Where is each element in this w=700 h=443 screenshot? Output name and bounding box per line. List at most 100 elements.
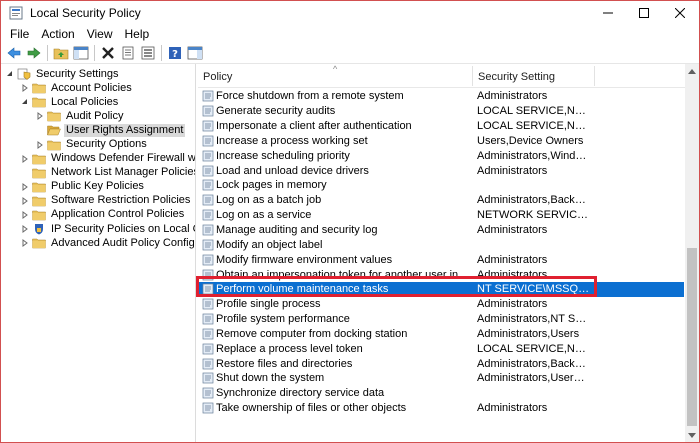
security-setting-value: Administrators (477, 224, 548, 237)
tree-item[interactable]: Security Settings (1, 67, 195, 81)
tree-item[interactable]: Windows Defender Firewall with Adva (1, 152, 195, 166)
policy-row[interactable]: Take ownership of files or other objects… (198, 401, 684, 416)
policy-row[interactable]: Increase scheduling priority Administrato… (198, 148, 684, 163)
policy-row[interactable]: Profile system performance Administrators… (198, 312, 684, 327)
menu-file[interactable]: File (1, 26, 35, 43)
policy-row[interactable]: Modify firmware environment values Admini… (198, 252, 684, 267)
policy-icon (202, 298, 214, 310)
tree-item[interactable]: Advanced Audit Policy Configuration (1, 236, 195, 250)
chevron-up-icon (688, 68, 696, 74)
collapse-arrow-icon[interactable] (20, 83, 30, 93)
tree-item[interactable]: Security Options (1, 137, 195, 151)
menu-view[interactable]: View (81, 26, 119, 43)
policy-row[interactable]: Impersonate a client after authenticatio… (198, 119, 684, 134)
menu-help[interactable]: Help (119, 26, 156, 43)
scroll-thumb[interactable] (687, 248, 697, 426)
security-setting-value: Administrators,Users (477, 327, 580, 340)
collapse-arrow-icon[interactable] (35, 111, 45, 121)
policy-row[interactable]: Generate security audits LOCAL SERVICE,NE… (198, 104, 684, 119)
security-setting-value: Administrators (477, 90, 548, 103)
policy-name: Perform volume maintenance tasks (216, 283, 389, 296)
up-one-level-button[interactable] (51, 44, 71, 62)
expand-arrow-icon[interactable] (20, 97, 30, 107)
policy-row[interactable]: Increase a process working set Users,Devi… (198, 134, 684, 149)
tree-item[interactable]: Software Restriction Policies (1, 194, 195, 208)
tree-item[interactable]: Application Control Policies (1, 208, 195, 222)
policy-row[interactable]: Load and unload device drivers Administra… (198, 163, 684, 178)
policy-row[interactable]: Lock pages in memory (198, 178, 684, 193)
console-tree-icon (73, 46, 89, 60)
policy-row[interactable]: Log on as a service NETWORK SERVICE,SQL..… (198, 208, 684, 223)
tree-item-label: Network List Manager Policies (51, 166, 196, 179)
menu-action[interactable]: Action (35, 26, 80, 43)
vertical-scrollbar[interactable] (685, 64, 699, 442)
column-divider[interactable] (472, 66, 473, 86)
policy-icon (202, 283, 214, 295)
tree-item[interactable]: Network List Manager Policies (1, 166, 195, 180)
column-divider[interactable] (594, 66, 595, 86)
chevron-down-icon (688, 432, 696, 438)
tree-item[interactable]: IP Security Policies on Local Compute (1, 222, 195, 236)
folder-open-icon (47, 124, 61, 136)
toolbar: ? (1, 43, 699, 64)
properties-button[interactable] (118, 44, 138, 62)
tree-item[interactable]: Local Policies (1, 95, 195, 109)
folder-up-icon (53, 48, 69, 60)
policy-row[interactable]: Shut down the system Administrators,Users… (198, 371, 684, 386)
policy-row[interactable]: Restore files and directories Administrat… (198, 356, 684, 371)
delete-button[interactable] (98, 44, 118, 62)
collapse-arrow-icon[interactable] (20, 196, 30, 206)
policy-column-header[interactable]: Policy (203, 64, 232, 87)
export-list-button[interactable] (138, 44, 158, 62)
policy-row[interactable]: Synchronize directory service data (198, 386, 684, 401)
collapse-arrow-icon[interactable] (20, 182, 30, 192)
policy-row[interactable]: Obtain an impersonation token for anothe… (198, 267, 684, 282)
policy-list: Force shutdown from a remote system Admin… (198, 89, 684, 416)
maximize-button[interactable] (627, 1, 661, 25)
security-settings-icon (17, 68, 31, 80)
title-bar: Local Security Policy (1, 1, 699, 25)
policy-name: Increase scheduling priority (216, 149, 350, 162)
close-button[interactable] (663, 1, 697, 25)
policy-icon (202, 254, 214, 266)
tree-item-label: Public Key Policies (51, 180, 144, 193)
policy-icon (202, 328, 214, 340)
help-button[interactable]: ? (165, 44, 185, 62)
folder-icon (32, 96, 46, 108)
folder-icon (47, 110, 61, 122)
collapse-arrow-icon[interactable] (35, 140, 45, 150)
security-setting-column-header[interactable]: Security Setting (478, 64, 555, 87)
collapse-arrow-icon[interactable] (20, 154, 30, 164)
policy-row[interactable]: Manage auditing and security log Administ… (198, 223, 684, 238)
forward-button[interactable] (24, 44, 44, 62)
show-hide-tree-button[interactable] (71, 44, 91, 62)
policy-row[interactable]: Force shutdown from a remote system Admin… (198, 89, 684, 104)
collapse-arrow-icon[interactable] (20, 224, 30, 234)
tree-item-label: Security Options (66, 138, 147, 151)
tree-item[interactable]: Account Policies (1, 81, 195, 95)
scroll-down-button[interactable] (685, 428, 699, 442)
properties-icon (122, 46, 134, 60)
collapse-arrow-icon[interactable] (20, 238, 30, 248)
tree-item[interactable]: User Rights Assignment (1, 123, 195, 137)
collapse-arrow-icon[interactable] (20, 210, 30, 220)
back-button[interactable] (4, 44, 24, 62)
tree-item[interactable]: Audit Policy (1, 109, 195, 123)
policy-row[interactable]: Perform volume maintenance tasks NT SERVI… (198, 281, 684, 297)
security-setting-value: Administrators,Users,Ba... (477, 372, 590, 385)
policy-icon (202, 120, 214, 132)
policy-name: Profile system performance (216, 313, 350, 326)
minimize-button[interactable] (591, 1, 625, 25)
policy-row[interactable]: Profile single process Administrators (198, 297, 684, 312)
policy-row[interactable]: Remove computer from docking station Admi… (198, 327, 684, 342)
tree-item[interactable]: Public Key Policies (1, 180, 195, 194)
scroll-up-button[interactable] (685, 64, 699, 78)
policy-row[interactable]: Log on as a batch job Administrators,Back… (198, 193, 684, 208)
security-setting-value: Administrators,Backup ... (477, 194, 590, 207)
show-hide-action-pane-button[interactable] (185, 44, 205, 62)
policy-row[interactable]: Replace a process level token LOCAL SERVI… (198, 341, 684, 356)
folder-icon (32, 167, 46, 179)
security-setting-value: LOCAL SERVICE,NETWO... (477, 120, 590, 133)
expand-arrow-icon[interactable] (5, 69, 15, 79)
policy-row[interactable]: Modify an object label (198, 237, 684, 252)
